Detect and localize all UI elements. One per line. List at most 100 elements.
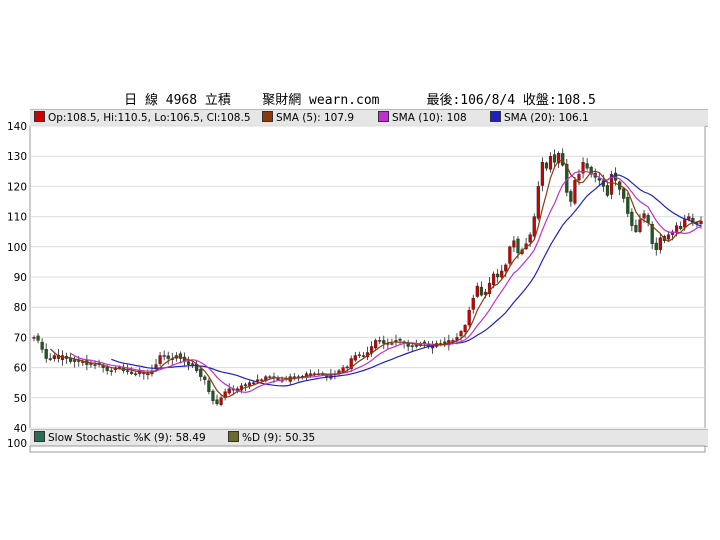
candle-body: [536, 186, 540, 219]
candle-body: [130, 371, 134, 374]
candle-body: [357, 354, 361, 356]
candle-body: [658, 237, 662, 250]
candle-body: [36, 335, 40, 341]
candle-body: [573, 180, 577, 204]
candle-body: [73, 359, 77, 362]
y-tick-label: 110: [7, 212, 27, 224]
y-tick-label: 140: [7, 121, 27, 133]
candle-body: [227, 388, 231, 394]
candle-body: [654, 242, 658, 251]
candle-body: [605, 185, 610, 196]
stochastic-panel: [29, 445, 706, 453]
candle-body: [491, 273, 496, 285]
candle-body: [48, 358, 52, 360]
price-chart: 40 50 60 70 80 90 100 110 120 130 140 100: [7, 121, 706, 453]
sub-y-tick-label: 100: [7, 438, 27, 450]
candle-body: [247, 382, 252, 386]
y-tick-label: 80: [14, 302, 27, 314]
candle-body: [345, 366, 349, 369]
candle-body: [390, 343, 394, 345]
candle-body: [467, 310, 471, 326]
candle-body: [569, 191, 573, 202]
candle-body: [528, 234, 532, 243]
candle-body: [496, 273, 500, 278]
candle-body: [52, 355, 56, 359]
y-tick-label: 100: [7, 242, 27, 254]
candle-body: [353, 355, 357, 361]
candle-body: [93, 364, 97, 366]
candle-body: [634, 225, 638, 232]
y-tick-label: 50: [14, 393, 27, 405]
candle-body: [125, 370, 130, 372]
candle-body: [638, 219, 642, 232]
candle-body: [516, 238, 520, 254]
candle-body: [32, 337, 36, 339]
candle-body: [687, 216, 691, 220]
candle-body: [256, 379, 260, 382]
candle-body: [105, 366, 109, 371]
candle-body: [561, 153, 565, 166]
candle-body: [219, 397, 223, 405]
candle-body: [679, 226, 683, 229]
candle-body: [512, 240, 516, 248]
candle-body: [158, 355, 162, 364]
candle-body: [532, 216, 536, 237]
candle-body: [69, 358, 73, 362]
candle-body: [406, 343, 410, 347]
candle-body: [341, 367, 345, 373]
candle-body: [548, 155, 553, 170]
candle-body: [642, 213, 646, 219]
y-tick-label: 120: [7, 181, 27, 193]
candle-body: [146, 373, 150, 376]
candle-body: [203, 376, 207, 380]
candle-body: [585, 163, 589, 169]
candle-body: [109, 370, 113, 372]
candle-body: [630, 211, 634, 226]
candle-body: [552, 154, 557, 163]
y-tick-label: 90: [14, 272, 27, 284]
candle-body: [540, 162, 544, 186]
candle-body: [504, 264, 508, 272]
candle-body: [463, 325, 467, 333]
candle-body: [577, 174, 581, 181]
candle-body: [622, 188, 626, 199]
candle-body: [374, 340, 378, 349]
candle-body: [544, 162, 549, 169]
candle-body: [215, 399, 219, 405]
candle-body: [508, 246, 512, 264]
candle-body: [252, 382, 256, 384]
candle-body: [166, 355, 170, 359]
candle-body: [40, 341, 44, 350]
candle-body: [443, 341, 447, 344]
candle-body: [626, 197, 630, 214]
candle-body: [44, 349, 48, 359]
candle-body: [243, 384, 248, 386]
candle-body: [699, 220, 703, 225]
candle-body: [361, 355, 366, 357]
candle-body: [382, 340, 386, 344]
y-tick-label: 40: [14, 423, 27, 435]
candle-body: [471, 297, 475, 310]
candle-body: [666, 234, 671, 240]
y-tick-label: 70: [14, 332, 27, 344]
candle-body: [308, 373, 313, 375]
candle-body: [268, 376, 272, 378]
candle-body: [89, 363, 93, 365]
candle-body: [459, 331, 463, 337]
candle-body: [500, 270, 504, 278]
candle-body: [414, 345, 418, 347]
y-tick-label: 60: [14, 363, 27, 375]
candle-body: [683, 219, 687, 228]
candle-body: [613, 172, 618, 181]
candle-body: [199, 368, 203, 377]
candle-body: [410, 345, 414, 347]
candle-body: [186, 361, 191, 365]
candle-body: [260, 379, 264, 381]
candle-body: [134, 373, 138, 375]
candle-body: [235, 388, 239, 390]
candle-body: [211, 390, 215, 402]
candle-body: [479, 286, 483, 296]
candle-body: [378, 340, 382, 342]
candle-body: [475, 285, 479, 297]
y-tick-label: 130: [7, 151, 27, 163]
